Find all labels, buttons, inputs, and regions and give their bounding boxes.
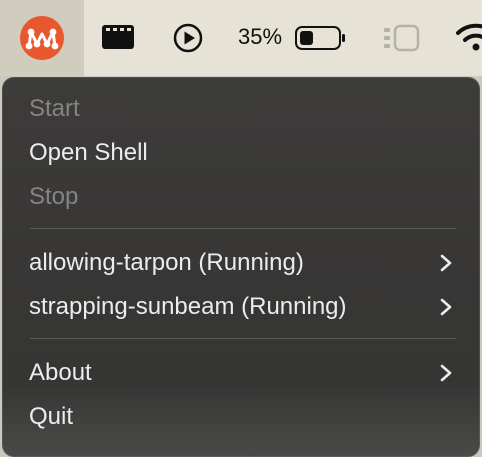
menu-separator: [30, 228, 456, 229]
menu-item-open-shell[interactable]: Open Shell: [29, 139, 148, 167]
battery-percent[interactable]: 35%: [238, 24, 282, 50]
chevron-right-icon: [440, 364, 452, 382]
menu-item-about[interactable]: About: [29, 359, 92, 387]
multipass-status-item[interactable]: [0, 0, 84, 76]
menu-separator: [30, 338, 456, 339]
menu-bar: 35%: [0, 0, 482, 76]
menu-item-instance-allowing-tarpon[interactable]: allowing-tarpon (Running): [29, 249, 304, 277]
clapperboard-icon[interactable]: [101, 24, 135, 55]
chevron-right-icon: [440, 298, 452, 316]
sidebar-icon[interactable]: [382, 24, 420, 57]
menu-item-start: Start: [29, 95, 80, 122]
wifi-icon[interactable]: [456, 22, 482, 57]
status-menu: Start Open Shell Stop allowing-tarpon (R…: [2, 77, 480, 457]
multipass-logo-icon[interactable]: [20, 16, 64, 60]
play-circle-icon[interactable]: [172, 22, 204, 59]
menu-item-quit[interactable]: Quit: [29, 403, 73, 431]
menu-item-instance-strapping-sunbeam[interactable]: strapping-sunbeam (Running): [29, 293, 347, 321]
chevron-right-icon: [440, 254, 452, 272]
battery-icon[interactable]: [294, 25, 348, 56]
menu-item-stop: Stop: [29, 183, 79, 210]
